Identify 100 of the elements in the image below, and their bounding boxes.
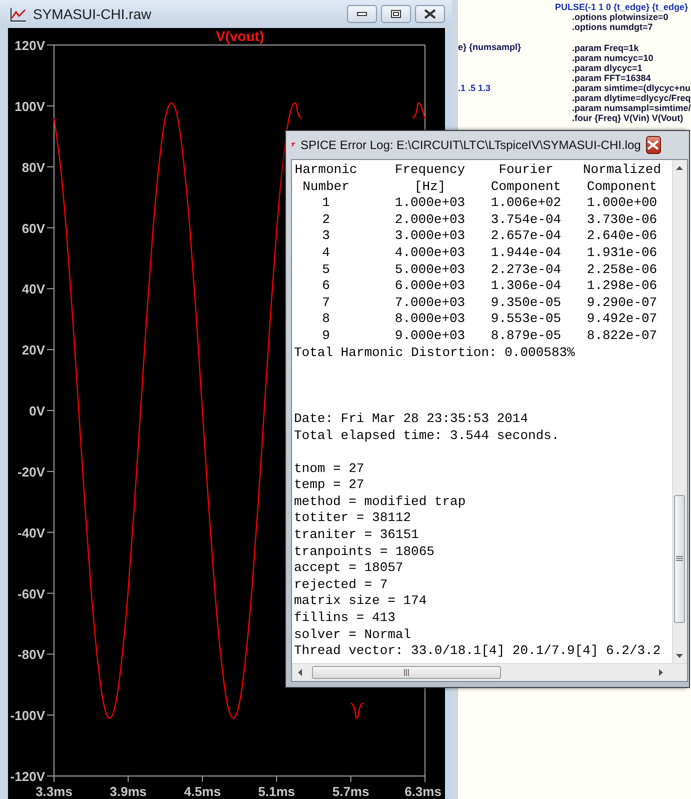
netlist-text: .options numdgt=7 — [572, 22, 654, 32]
table-cell-text: 1.000e+00 — [586, 195, 658, 212]
y-tick-label: 60V — [22, 220, 45, 236]
table-cell-text: 1.000e+03 — [394, 195, 466, 212]
y-tick-label: 120V — [14, 38, 45, 53]
table-cell-text: 3.730e-06 — [586, 212, 658, 228]
y-tick-label: -40V — [18, 525, 45, 540]
netlist-text: .param dlycyc=1 — [572, 63, 644, 73]
table-cell-text: 8.000e+03 — [394, 311, 466, 328]
table-cell-text: 9.553e-05 — [490, 311, 562, 328]
x-tick-label: 3.9ms — [110, 784, 147, 799]
table-cell-text: 2 — [321, 212, 331, 228]
table-cell-text: 1.306e-04 — [490, 278, 562, 295]
column-header: Frequency — [394, 162, 466, 179]
table-cell-text: 9 — [321, 328, 331, 345]
log-line: temp = 27 — [294, 477, 366, 494]
x-tick-label: 3.3ms — [36, 784, 72, 799]
y-tick-label: -80V — [18, 647, 45, 662]
maximize-button[interactable] — [381, 5, 411, 23]
vertical-scrollbar[interactable] — [672, 160, 687, 664]
table-cell-text: 9.492e-07 — [586, 311, 658, 328]
log-line: tranpoints = 18065 — [294, 544, 436, 560]
table-cell-text: 5.000e+03 — [394, 262, 466, 278]
table-cell-text: 1.944e-04 — [490, 244, 562, 262]
up-arrow-icon[interactable] — [676, 166, 683, 170]
netlist-text: .param Freq=1k — [572, 43, 640, 53]
log-line: Date: Fri Mar 28 23:35:53 2014 — [294, 410, 530, 428]
table-cell-text: 1.006e+02 — [490, 195, 562, 212]
table-cell-text: 9.350e-05 — [490, 294, 562, 312]
table-cell-text: 8.822e-07 — [586, 328, 658, 345]
netlist-text: .param numcyc=10 — [572, 53, 654, 63]
window-title: SPICE Error Log: E:\CIRCUIT\LTC\LTspiceIV\SYMASUI-CHI.log — [300, 138, 641, 152]
y-tick-label: -60V — [18, 586, 45, 602]
table-cell-text: 8.879e-05 — [490, 328, 562, 345]
netlist-text: .four {Freq} V(Vin) V(Vout) — [572, 113, 684, 123]
y-tick-label: -100V — [10, 708, 45, 724]
table-cell-text: 7.000e+03 — [394, 294, 466, 312]
table-cell-text: 1.298e-06 — [586, 278, 658, 295]
log-line: rejected = 7 — [294, 576, 389, 594]
x-tick-label: 5.1ms — [258, 784, 296, 799]
y-tick-label: 20V — [22, 342, 45, 358]
close-button[interactable] — [415, 5, 445, 23]
y-tick-label: 40V — [22, 282, 45, 297]
table-cell-text: 9.290e-07 — [586, 294, 658, 312]
log-line: matrix size = 174 — [294, 593, 428, 610]
log-line: Thread vector: 33.0/18.1[4] 20.1/7.9[4] 6.2/3.2 — [294, 643, 662, 660]
log-line: Total Harmonic Distortion: 0.000583% — [294, 344, 576, 362]
table-cell-text: 1.931e-06 — [586, 244, 658, 262]
left-arrow-icon[interactable] — [298, 669, 302, 676]
close-icon — [424, 9, 436, 19]
table-cell-text: 3.754e-04 — [490, 212, 562, 228]
log-line: totiter = 38112 — [294, 510, 412, 528]
log-line: Total elapsed time: 3.544 seconds. — [294, 428, 560, 444]
table-cell-text: 3 — [321, 228, 331, 245]
y-tick-label: 0V — [29, 404, 45, 418]
log-line: accept = 18057 — [294, 560, 404, 577]
column-header: Number — [302, 178, 350, 196]
column-header: Normalized — [582, 162, 662, 179]
x-tick-label: 5.7ms — [332, 784, 370, 799]
y-tick-label: -120V — [10, 769, 45, 784]
y-tick-label: 100V — [14, 98, 45, 114]
close-icon — [647, 140, 660, 150]
netlist-text: .param simtime=(dlycyc+nu — [572, 83, 691, 93]
horizontal-scrollbar[interactable] — [292, 663, 687, 681]
y-tick-label: 80V — [22, 160, 45, 175]
maximize-icon — [391, 10, 401, 18]
column-header: Fourier — [498, 162, 554, 179]
netlist-text: .1 .5 1.3 — [458, 83, 491, 93]
table-cell-text: 4 — [321, 244, 331, 262]
minimize-button[interactable] — [347, 5, 377, 23]
column-header: Component — [586, 178, 658, 196]
netlist-text: PULSE(-1 1 0 {t_edge} {t_edge} — [555, 2, 690, 12]
table-cell-text: 2.657e-04 — [490, 228, 562, 245]
table-cell-text: 8 — [321, 311, 331, 328]
netlist-text: .param FFT=16384 — [572, 73, 652, 83]
table-cell-text: 6.000e+03 — [394, 278, 466, 295]
netlist-text: .param numsampl=simtime/ — [572, 103, 691, 113]
column-header: [Hz] — [413, 178, 447, 196]
window-title: SYMASUI-CHI.raw — [33, 6, 152, 22]
log-line: solver = Normal — [294, 626, 412, 644]
trace-label: V(vout) — [216, 28, 264, 44]
table-cell-text: 7 — [321, 294, 331, 312]
log-line: traniter = 36151 — [294, 527, 420, 544]
table-cell-text: 6 — [321, 278, 331, 295]
scroll-thumb[interactable] — [312, 666, 501, 679]
table-cell-text: 9.000e+03 — [394, 328, 466, 345]
netlist-text: .param dlytime=dlycyc/Freq — [572, 93, 691, 103]
column-header: Component — [490, 178, 562, 196]
table-cell-text: 3.000e+03 — [394, 228, 466, 245]
table-cell-text: 2.000e+03 — [394, 212, 466, 228]
netlist-text: .options plotwinsize=0 — [572, 12, 670, 22]
scroll-thumb[interactable] — [674, 495, 685, 623]
grip-icon — [404, 669, 410, 676]
right-arrow-icon[interactable] — [659, 669, 663, 676]
down-arrow-icon[interactable] — [676, 654, 683, 658]
x-tick-label: 4.5ms — [184, 784, 221, 799]
minimize-icon — [357, 12, 367, 16]
close-button[interactable] — [646, 136, 661, 154]
waveform-icon — [10, 6, 27, 22]
log-line: fillins = 413 — [294, 610, 396, 627]
